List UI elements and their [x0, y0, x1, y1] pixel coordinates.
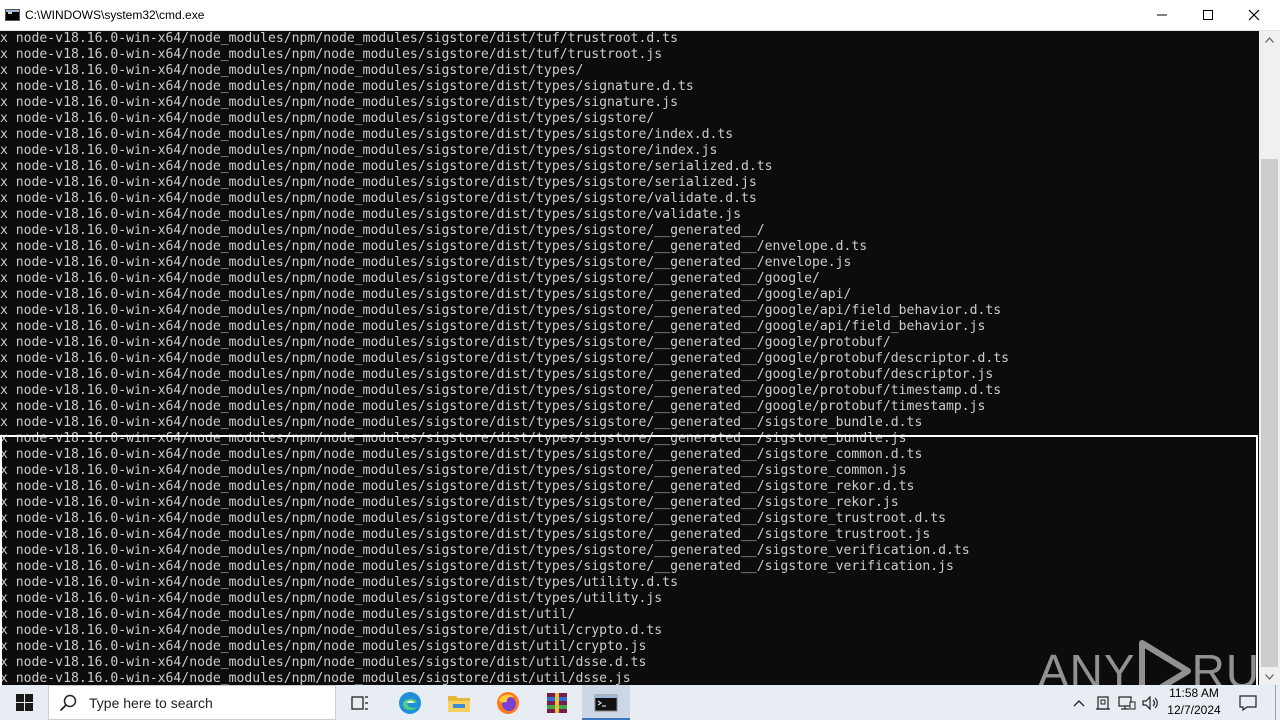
maximize-button[interactable]	[1185, 0, 1231, 30]
console-line: x node-v18.16.0-win-x64/node_modules/npm…	[0, 175, 757, 190]
taskbar-firefox[interactable]	[484, 685, 532, 720]
console-line: x node-v18.16.0-win-x64/node_modules/npm…	[0, 319, 986, 334]
cmd-icon	[594, 694, 618, 711]
console-line: x node-v18.16.0-win-x64/node_modules/npm…	[0, 207, 742, 222]
console-line: x node-v18.16.0-win-x64/node_modules/npm…	[0, 255, 852, 270]
console-line: x node-v18.16.0-win-x64/node_modules/npm…	[0, 47, 663, 62]
console-line: x node-v18.16.0-win-x64/node_modules/npm…	[0, 223, 765, 238]
console-line: x node-v18.16.0-win-x64/node_modules/npm…	[0, 127, 734, 142]
play-logo-icon	[1138, 640, 1191, 685]
maximize-icon	[1203, 10, 1213, 20]
search-icon	[59, 694, 77, 712]
file-explorer-icon	[448, 695, 470, 712]
window-titlebar[interactable]: C:\WINDOWS\system32\cmd.exe	[0, 0, 1280, 31]
network-icon	[1118, 695, 1136, 710]
console-line: x node-v18.16.0-win-x64/node_modules/npm…	[0, 287, 852, 302]
console-line: x node-v18.16.0-win-x64/node_modules/npm…	[0, 111, 655, 126]
console-line: x node-v18.16.0-win-x64/node_modules/npm…	[0, 63, 584, 78]
console-line: x node-v18.16.0-win-x64/node_modules/npm…	[0, 95, 678, 110]
minimize-icon	[1157, 14, 1167, 16]
console-line: x node-v18.16.0-win-x64/node_modules/npm…	[0, 383, 1002, 398]
console-line: x node-v18.16.0-win-x64/node_modules/npm…	[0, 351, 1010, 366]
cmd-app-icon	[5, 9, 20, 21]
task-view-button[interactable]	[336, 685, 384, 720]
console-line: x node-v18.16.0-win-x64/node_modules/npm…	[0, 399, 986, 414]
anyrun-watermark: ANY RUN	[1038, 639, 1259, 685]
tray-volume[interactable]	[1140, 685, 1162, 720]
close-button[interactable]	[1231, 0, 1277, 30]
winrar-icon	[547, 692, 567, 713]
notification-icon	[1239, 694, 1257, 711]
task-view-icon	[351, 695, 368, 710]
console-line: x node-v18.16.0-win-x64/node_modules/npm…	[0, 159, 773, 174]
close-icon	[1248, 9, 1260, 21]
vertical-scrollbar[interactable]	[1259, 31, 1280, 685]
scroll-down-button[interactable]	[1259, 668, 1280, 685]
tray-network[interactable]	[1116, 685, 1138, 720]
chevron-up-icon	[1073, 699, 1085, 706]
console-line: x node-v18.16.0-win-x64/node_modules/npm…	[0, 303, 1002, 318]
taskbar-cmd[interactable]	[582, 685, 630, 720]
speaker-icon	[1142, 695, 1158, 710]
clock-time: 11:58 AM	[1169, 686, 1219, 700]
action-center-button[interactable]	[1236, 685, 1260, 720]
console-line: x node-v18.16.0-win-x64/node_modules/npm…	[0, 239, 868, 254]
console-line: x node-v18.16.0-win-x64/node_modules/npm…	[0, 367, 994, 382]
scrollbar-thumb[interactable]	[1261, 159, 1278, 667]
scroll-up-button[interactable]	[1259, 31, 1280, 48]
search-placeholder: Type here to search	[89, 695, 213, 711]
console-line: x node-v18.16.0-win-x64/node_modules/npm…	[0, 31, 678, 46]
window-title: C:\WINDOWS\system32\cmd.exe	[25, 8, 205, 22]
taskbar-file-explorer[interactable]	[435, 685, 483, 720]
edge-icon	[399, 691, 421, 714]
taskbar: Type here to search 11:58 AM 12/7/2024	[0, 685, 1280, 720]
console-output[interactable]: x node-v18.16.0-win-x64/node_modules/npm…	[0, 31, 1259, 685]
taskbar-winrar[interactable]	[533, 685, 581, 720]
console-line: x node-v18.16.0-win-x64/node_modules/npm…	[0, 271, 820, 286]
console-line: x node-v18.16.0-win-x64/node_modules/npm…	[0, 335, 891, 350]
watermark-text-left: ANY	[1038, 645, 1136, 685]
console-line: x node-v18.16.0-win-x64/node_modules/npm…	[0, 415, 923, 430]
taskbar-clock[interactable]: 11:58 AM 12/7/2024	[1163, 685, 1225, 720]
start-button[interactable]	[0, 685, 48, 720]
tray-network-adapter[interactable]	[1092, 685, 1114, 720]
taskbar-search-box[interactable]: Type here to search	[48, 685, 336, 720]
show-desktop-button[interactable]	[1275, 685, 1280, 720]
watermark-text-right: RUN	[1191, 645, 1259, 685]
show-hidden-icons-button[interactable]	[1068, 685, 1090, 720]
console-line: x node-v18.16.0-win-x64/node_modules/npm…	[0, 191, 757, 206]
console-line: x node-v18.16.0-win-x64/node_modules/npm…	[0, 143, 718, 158]
chevron-down-icon	[1265, 673, 1274, 680]
firefox-icon	[497, 691, 519, 714]
windows-logo-icon	[15, 694, 33, 711]
chevron-up-icon	[1265, 36, 1274, 43]
minimize-button[interactable]	[1139, 0, 1185, 30]
console-line: x node-v18.16.0-win-x64/node_modules/npm…	[0, 79, 694, 94]
clock-date: 12/7/2024	[1167, 703, 1221, 717]
taskbar-edge[interactable]	[386, 685, 434, 720]
device-icon	[1096, 695, 1110, 710]
